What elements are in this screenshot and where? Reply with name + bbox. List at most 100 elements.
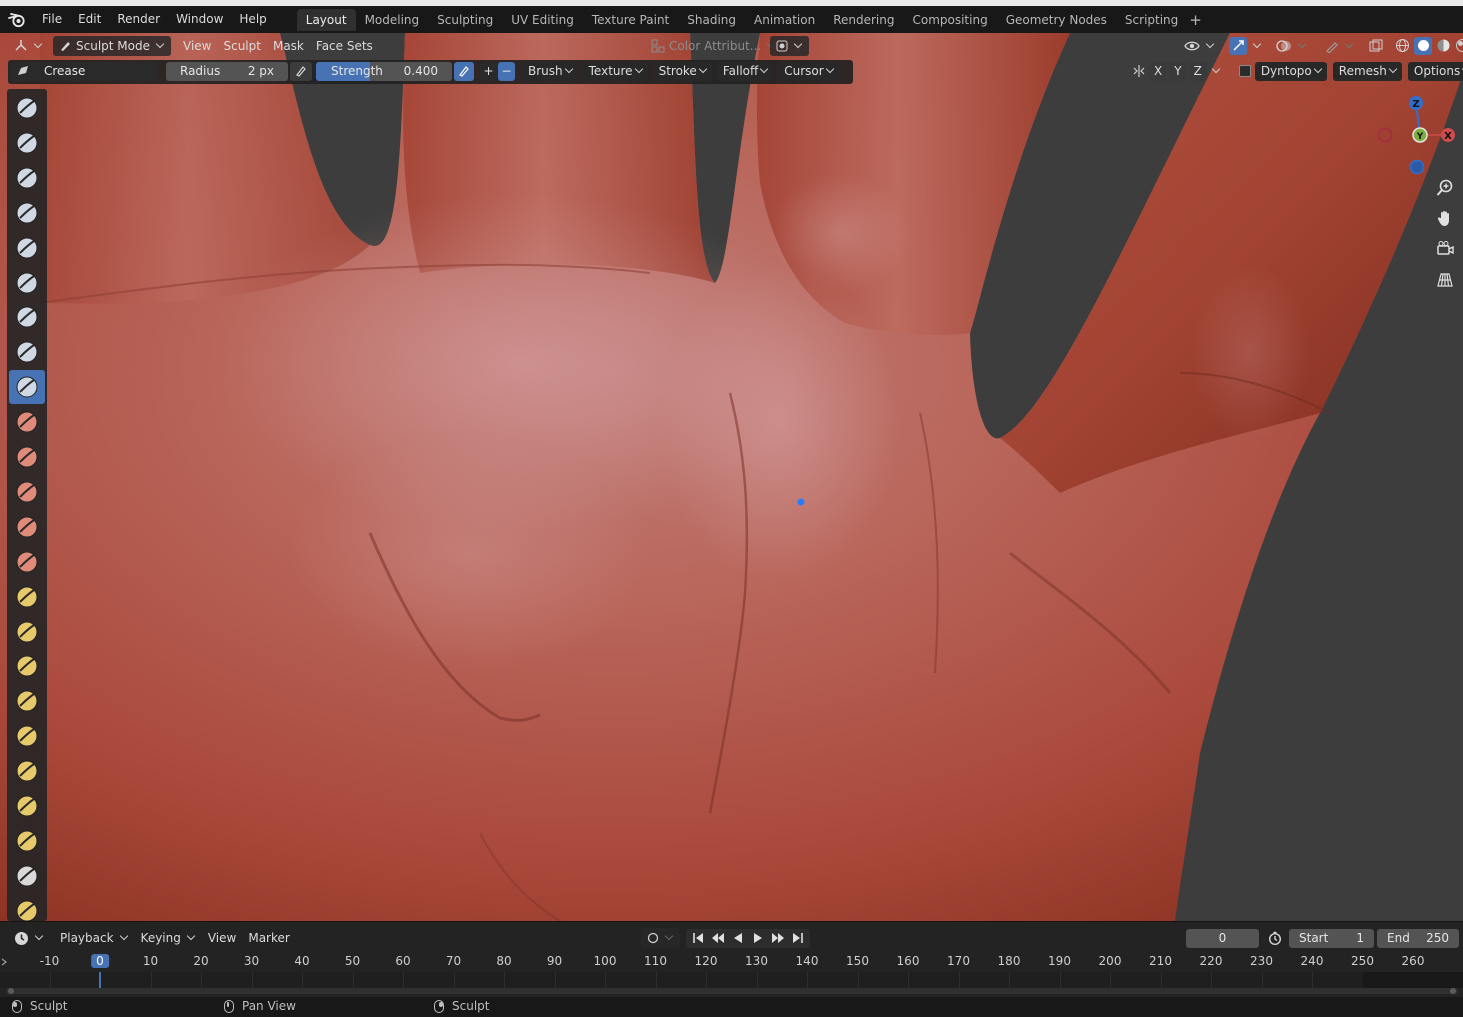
strength-pressure-icon[interactable]	[454, 61, 474, 81]
chevron-down-icon[interactable]	[1211, 64, 1221, 74]
pan-view-button[interactable]	[1433, 206, 1457, 230]
menu-help[interactable]: Help	[231, 6, 274, 33]
timeline-editor-type-button[interactable]	[8, 928, 50, 948]
inflate-tool[interactable]	[9, 300, 45, 334]
pinch-tool[interactable]	[9, 580, 45, 614]
current-frame-field[interactable]: 0	[1186, 928, 1259, 948]
menu-render[interactable]: Render	[109, 6, 168, 33]
mode-selector[interactable]: Sculpt Mode	[53, 35, 171, 56]
menu-edit[interactable]: Edit	[70, 6, 109, 33]
brush-dropdown[interactable]: Brush	[522, 61, 578, 81]
jump-keyframe-back-icon[interactable]	[708, 932, 728, 944]
grab-tool[interactable]	[9, 615, 45, 649]
clay-strips-tool[interactable]	[9, 196, 45, 230]
brush-selector[interactable]: Crease	[10, 61, 158, 81]
zoom-view-button[interactable]	[1433, 176, 1457, 200]
dyntopo-checkbox[interactable]	[1238, 65, 1251, 77]
blob-tool[interactable]	[9, 335, 45, 369]
slide-relax-tool[interactable]	[9, 859, 45, 893]
remesh-dropdown[interactable]: Remesh	[1332, 61, 1402, 81]
editor-type-button[interactable]	[8, 36, 49, 56]
clay-thumb-tool[interactable]	[9, 231, 45, 265]
play-reverse-icon[interactable]	[728, 932, 748, 944]
add-direction-button[interactable]: +	[480, 61, 497, 81]
timeline-ruler[interactable]: -10 0 10 20 30 40 50 60 70 80 90 100 110 120 130 140 150…	[0, 952, 1463, 972]
sculpt-mesh-hand[interactable]	[0, 33, 1463, 921]
strength-field[interactable]: Strength 0.400	[316, 61, 452, 81]
fill-tool[interactable]	[9, 475, 45, 509]
subtract-direction-button[interactable]: −	[498, 61, 515, 81]
symmetry-x-toggle[interactable]: X	[1149, 61, 1168, 81]
radius-pressure-icon[interactable]	[290, 61, 312, 81]
tab-compositing[interactable]: Compositing	[903, 9, 996, 31]
mesh-edit-overlay-dropdown[interactable]	[1319, 36, 1360, 56]
gizmo-toggle[interactable]	[1227, 36, 1264, 56]
keying-menu[interactable]: Keying	[135, 928, 202, 948]
play-icon[interactable]	[748, 932, 768, 944]
multiplane-scrape-tool[interactable]	[9, 545, 45, 579]
scrape-tool[interactable]	[9, 510, 45, 544]
jump-keyframe-forward-icon[interactable]	[768, 932, 788, 944]
tab-animation[interactable]: Animation	[745, 9, 824, 31]
3d-viewport[interactable]: Sculpt Mode View Sculpt Mask Face Sets C…	[0, 33, 1463, 921]
crease-tool[interactable]	[9, 370, 45, 405]
smooth-tool[interactable]	[9, 405, 45, 439]
overlays-dropdown[interactable]	[1270, 36, 1313, 56]
tab-uv-editing[interactable]: UV Editing	[502, 9, 583, 31]
texture-dropdown[interactable]: Texture	[582, 61, 648, 81]
tab-sculpting[interactable]: Sculpting	[428, 9, 502, 31]
options-dropdown[interactable]: Options	[1407, 61, 1463, 81]
stopwatch-icon[interactable]	[1266, 931, 1284, 945]
boundary-tool[interactable]	[9, 894, 45, 921]
navigation-gizmo[interactable]: Z X Y	[1370, 91, 1460, 181]
draw-sharp-tool[interactable]	[9, 126, 45, 160]
symmetry-z-toggle[interactable]: Z	[1188, 61, 1207, 81]
menu-face-sets[interactable]: Face Sets	[310, 36, 379, 56]
falloff-dropdown[interactable]: Falloff	[716, 61, 774, 81]
jump-start-icon[interactable]	[688, 932, 708, 944]
menu-mask[interactable]: Mask	[267, 36, 310, 56]
nudge-tool[interactable]	[9, 789, 45, 823]
menu-window[interactable]: Window	[168, 6, 231, 33]
timeline-scrollbar[interactable]	[6, 988, 1458, 994]
tab-shading[interactable]: Shading	[678, 9, 745, 31]
radius-field[interactable]: Radius 2 px	[166, 61, 288, 81]
viewport-options-dropdown[interactable]	[770, 35, 809, 56]
dyntopo-dropdown[interactable]: Dyntopo	[1254, 61, 1327, 81]
start-frame-field[interactable]: Start 1	[1289, 928, 1374, 948]
perspective-toggle-button[interactable]	[1433, 268, 1457, 292]
shading-modes[interactable]	[1392, 36, 1463, 56]
add-workspace-button[interactable]: +	[1189, 11, 1202, 29]
timeline-track-area[interactable]	[0, 972, 1463, 988]
auto-keying-toggle[interactable]	[641, 928, 680, 948]
brush-name-field[interactable]: Crease	[36, 61, 158, 81]
tab-scripting[interactable]: Scripting	[1116, 9, 1187, 31]
visibility-dropdown[interactable]	[1178, 36, 1221, 56]
draw-tool[interactable]	[9, 91, 45, 125]
thumb-tool[interactable]	[9, 719, 45, 753]
playhead-line[interactable]	[99, 972, 101, 988]
xray-toggle[interactable]	[1366, 36, 1386, 56]
tab-geometry-nodes[interactable]: Geometry Nodes	[997, 9, 1116, 31]
end-frame-field[interactable]: End 250	[1377, 928, 1459, 948]
tab-texture-paint[interactable]: Texture Paint	[583, 9, 678, 31]
blender-logo-icon[interactable]	[0, 6, 34, 33]
flatten-tool[interactable]	[9, 440, 45, 474]
pose-tool[interactable]	[9, 754, 45, 788]
jump-end-icon[interactable]	[788, 932, 808, 944]
cursor-dropdown[interactable]: Cursor	[778, 61, 839, 81]
camera-view-button[interactable]	[1433, 237, 1457, 261]
menu-file[interactable]: File	[34, 6, 70, 33]
layer-tool[interactable]	[9, 266, 45, 300]
menu-view[interactable]: View	[177, 36, 217, 56]
snake-hook-tool[interactable]	[9, 684, 45, 718]
tab-modeling[interactable]: Modeling	[356, 9, 429, 31]
timeline-view-menu[interactable]: View	[202, 928, 242, 948]
clay-tool[interactable]	[9, 161, 45, 195]
rotate-tool[interactable]	[9, 824, 45, 858]
symmetry-y-toggle[interactable]: Y	[1169, 61, 1187, 81]
solid-shading-icon[interactable]	[1414, 36, 1432, 55]
stroke-dropdown[interactable]: Stroke	[652, 61, 712, 81]
marker-menu[interactable]: Marker	[242, 928, 295, 948]
menu-sculpt[interactable]: Sculpt	[217, 36, 266, 56]
